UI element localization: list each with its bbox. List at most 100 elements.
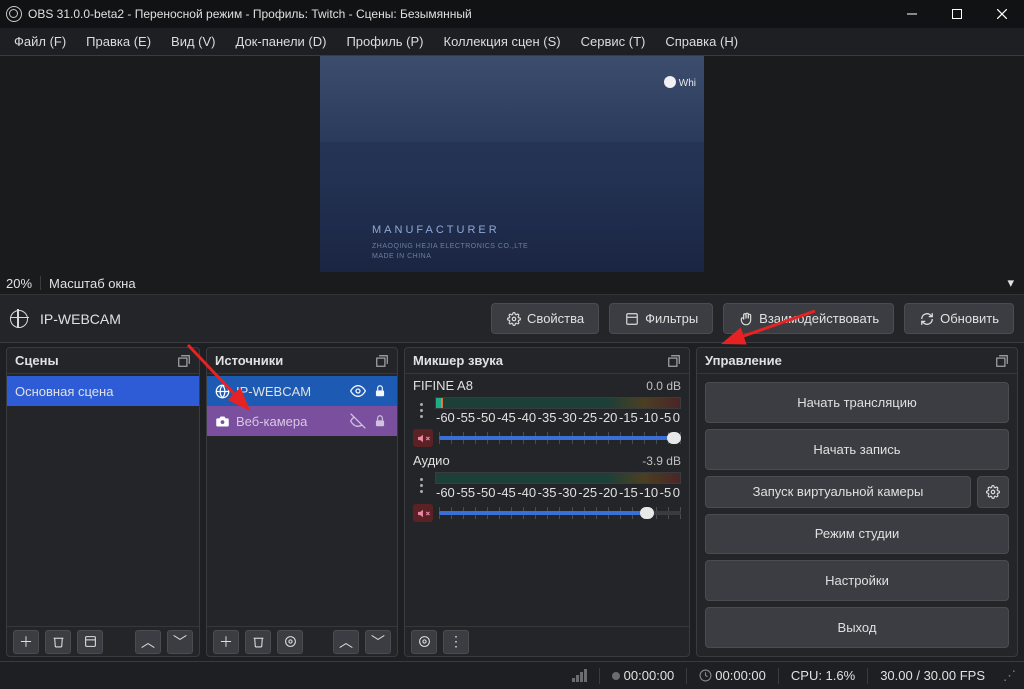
mixer-toolbar: ⋮: [405, 626, 689, 656]
menu-edit[interactable]: Правка (E): [76, 29, 161, 54]
channel-db: 0.0 dB: [646, 379, 681, 393]
settings-button[interactable]: Настройки: [705, 560, 1009, 601]
visibility-icon[interactable]: [349, 382, 367, 400]
source-item[interactable]: Веб-камера: [207, 406, 397, 436]
cpu-usage: CPU: 1.6%: [791, 668, 855, 683]
start-streaming-button[interactable]: Начать трансляцию: [705, 382, 1009, 423]
mixer-menu-button[interactable]: ⋮: [443, 630, 469, 654]
channel-menu-button[interactable]: [413, 401, 429, 419]
menu-dock[interactable]: Док-панели (D): [226, 29, 337, 54]
obs-logo-icon: [6, 6, 22, 22]
volume-slider[interactable]: [439, 429, 681, 447]
virtual-camera-settings-button[interactable]: [977, 476, 1009, 508]
properties-button[interactable]: Свойства: [491, 303, 599, 334]
channel-name: FIFINE A8: [413, 378, 473, 393]
scene-filter-button[interactable]: [77, 630, 103, 654]
preview-text-manufacturer: MANUFACTURER: [372, 224, 500, 236]
close-button[interactable]: [979, 0, 1024, 28]
move-up-button[interactable]: ︿: [135, 630, 161, 654]
source-toolbar: IP-WEBCAM Свойства Фильтры Взаимодейство…: [0, 295, 1024, 343]
scenes-panel: Сцены Основная сцена ＋ ︿ ﹀: [6, 347, 200, 657]
preview-canvas[interactable]: Whi MANUFACTURER ZHAOQING HEJIA ELECTRON…: [0, 56, 1024, 272]
menu-scene-collection[interactable]: Коллекция сцен (S): [434, 29, 571, 54]
dock-panels: Сцены Основная сцена ＋ ︿ ﹀ Источники IP-…: [0, 343, 1024, 661]
menu-bar: Файл (F) Правка (E) Вид (V) Док-панели (…: [0, 28, 1024, 56]
refresh-icon: [919, 311, 934, 326]
start-recording-button[interactable]: Начать запись: [705, 429, 1009, 470]
visibility-off-icon[interactable]: [349, 412, 367, 430]
volume-slider[interactable]: [439, 504, 681, 522]
resize-grip-icon[interactable]: ⋰: [1003, 668, 1016, 684]
scene-item[interactable]: Основная сцена: [7, 376, 199, 406]
controls-panel: Управление Начать трансляцию Начать запи…: [696, 347, 1018, 657]
zoom-bar: 20% Масштаб окна ▾: [0, 272, 1024, 294]
video-source-preview: Whi MANUFACTURER ZHAOQING HEJIA ELECTRON…: [320, 56, 704, 272]
zoom-dropdown-icon[interactable]: ▾: [1007, 275, 1014, 291]
camera-icon: [215, 414, 230, 429]
popout-icon[interactable]: [177, 354, 191, 368]
title-bar: OBS 31.0.0-beta2 - Переносной режим - Пр…: [0, 0, 1024, 28]
preview-area: Whi MANUFACTURER ZHAOQING HEJIA ELECTRON…: [0, 56, 1024, 295]
add-source-button[interactable]: ＋: [213, 630, 239, 654]
minimize-button[interactable]: [889, 0, 934, 28]
menu-help[interactable]: Справка (H): [655, 29, 748, 54]
move-down-button[interactable]: ﹀: [365, 630, 391, 654]
menu-file[interactable]: Файл (F): [4, 29, 76, 54]
start-virtual-camera-button[interactable]: Запуск виртуальной камеры: [705, 476, 971, 508]
channel-db: -3.9 dB: [642, 454, 681, 468]
mixer-header: Микшер звука: [405, 348, 689, 374]
popout-icon[interactable]: [375, 354, 389, 368]
remove-source-button[interactable]: [245, 630, 271, 654]
controls-header: Управление: [697, 348, 1017, 374]
add-scene-button[interactable]: ＋: [13, 630, 39, 654]
audio-meter: [435, 472, 681, 484]
move-up-button[interactable]: ︿: [333, 630, 359, 654]
status-bar: 00:00:00 00:00:00 CPU: 1.6% 30.00 / 30.0…: [0, 661, 1024, 689]
zoom-percent: 20%: [6, 276, 32, 291]
lock-icon[interactable]: [371, 412, 389, 430]
filters-button[interactable]: Фильтры: [609, 303, 713, 334]
sources-panel: Источники IP-WEBCAM Веб-камера: [206, 347, 398, 657]
network-icon: [572, 669, 587, 682]
filter-icon: [624, 311, 639, 326]
move-down-button[interactable]: ﹀: [167, 630, 193, 654]
studio-mode-button[interactable]: Режим студии: [705, 514, 1009, 555]
preview-text-sub1: ZHAOQING HEJIA ELECTRONICS CO.,LTE: [372, 243, 528, 250]
mixer-settings-button[interactable]: [411, 630, 437, 654]
lock-icon[interactable]: [371, 382, 389, 400]
maximize-button[interactable]: [934, 0, 979, 28]
window-title: OBS 31.0.0-beta2 - Переносной режим - Пр…: [28, 7, 472, 21]
menu-service[interactable]: Сервис (T): [571, 29, 656, 54]
remove-scene-button[interactable]: [45, 630, 71, 654]
sources-toolbar: ＋ ︿ ﹀: [207, 626, 397, 656]
popout-icon[interactable]: [667, 354, 681, 368]
audio-meter: [435, 397, 681, 409]
sources-header: Источники: [207, 348, 397, 374]
source-properties-toolbar-button[interactable]: [277, 630, 303, 654]
refresh-button[interactable]: Обновить: [904, 303, 1014, 334]
menu-profile[interactable]: Профиль (P): [336, 29, 433, 54]
gear-icon: [506, 311, 521, 326]
mixer-channel: FIFINE A8 0.0 dB -60-55-50-45-40-35-30-2…: [413, 378, 681, 447]
menu-view[interactable]: Вид (V): [161, 29, 225, 54]
streaming-status: 00:00:00: [699, 668, 766, 683]
recording-status: 00:00:00: [612, 668, 675, 683]
db-scale: -60-55-50-45-40-35-30-25-20-15-10-50: [435, 410, 681, 425]
popout-icon[interactable]: [995, 354, 1009, 368]
source-name: IP-WEBCAM: [236, 384, 311, 399]
channel-menu-button[interactable]: [413, 476, 429, 494]
mute-button[interactable]: [413, 429, 433, 447]
globe-icon: [10, 310, 28, 328]
mute-button[interactable]: [413, 504, 433, 522]
db-scale: -60-55-50-45-40-35-30-25-20-15-10-50: [435, 485, 681, 500]
fps-counter: 30.00 / 30.00 FPS: [880, 668, 985, 683]
zoom-fit-label[interactable]: Масштаб окна: [49, 276, 136, 291]
exit-button[interactable]: Выход: [705, 607, 1009, 648]
record-dot-icon: [612, 672, 620, 680]
source-item[interactable]: IP-WEBCAM: [207, 376, 397, 406]
scenes-toolbar: ＋ ︿ ﹀: [7, 626, 199, 656]
scene-name: Основная сцена: [15, 384, 113, 399]
interact-button[interactable]: Взаимодействовать: [723, 303, 894, 334]
mixer-channel: Аудио -3.9 dB -60-55-50-45-40-35-30-25-2…: [413, 453, 681, 522]
preview-watermark: Whi: [664, 76, 696, 89]
